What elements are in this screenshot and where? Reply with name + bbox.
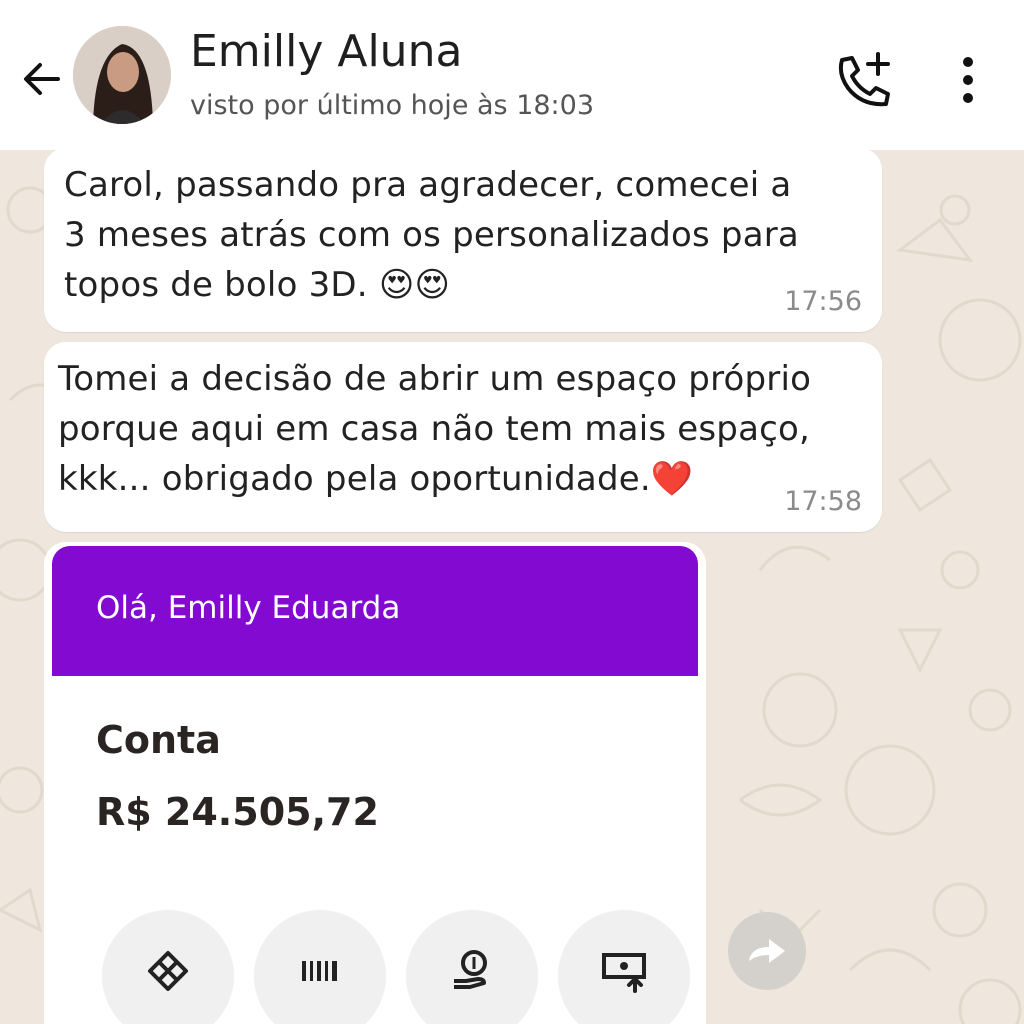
forward-icon: [749, 939, 785, 963]
deposit-icon: [454, 950, 487, 989]
account-balance: R$ 24.505,72: [96, 790, 379, 834]
more-vertical-icon[interactable]: [950, 56, 986, 104]
chat-header: Emilly Aluna visto por último hoje às 18…: [0, 0, 1024, 150]
transfer-icon: [602, 953, 646, 993]
transfer-button[interactable]: [558, 910, 690, 1024]
greeting-text: Olá, Emilly Eduarda: [96, 590, 401, 626]
message-time: 17:58: [784, 486, 862, 517]
card-header: Olá, Emilly Eduarda: [52, 546, 698, 676]
add-call-icon[interactable]: [834, 52, 894, 108]
avatar[interactable]: [73, 26, 171, 124]
back-arrow-icon[interactable]: [18, 55, 66, 103]
forward-button[interactable]: [728, 912, 806, 990]
deposit-button[interactable]: [406, 910, 538, 1024]
last-seen-status: visto por último hoje às 18:03: [190, 90, 595, 121]
barcode-button[interactable]: [254, 910, 386, 1024]
contact-name[interactable]: Emilly Aluna: [190, 26, 462, 77]
bank-screenshot-card[interactable]: Olá, Emilly Eduarda Conta R$ 24.505,72: [44, 542, 706, 1024]
pix-button[interactable]: [102, 910, 234, 1024]
message-time: 17:56: [784, 286, 862, 317]
message-text: Carol, passando pra agradecer, comecei a…: [64, 165, 799, 305]
message-text: Tomei a decisão de abrir um espaço própr…: [58, 359, 812, 499]
pix-icon: [148, 951, 188, 991]
account-title: Conta: [96, 718, 221, 762]
barcode-icon: [302, 961, 337, 981]
